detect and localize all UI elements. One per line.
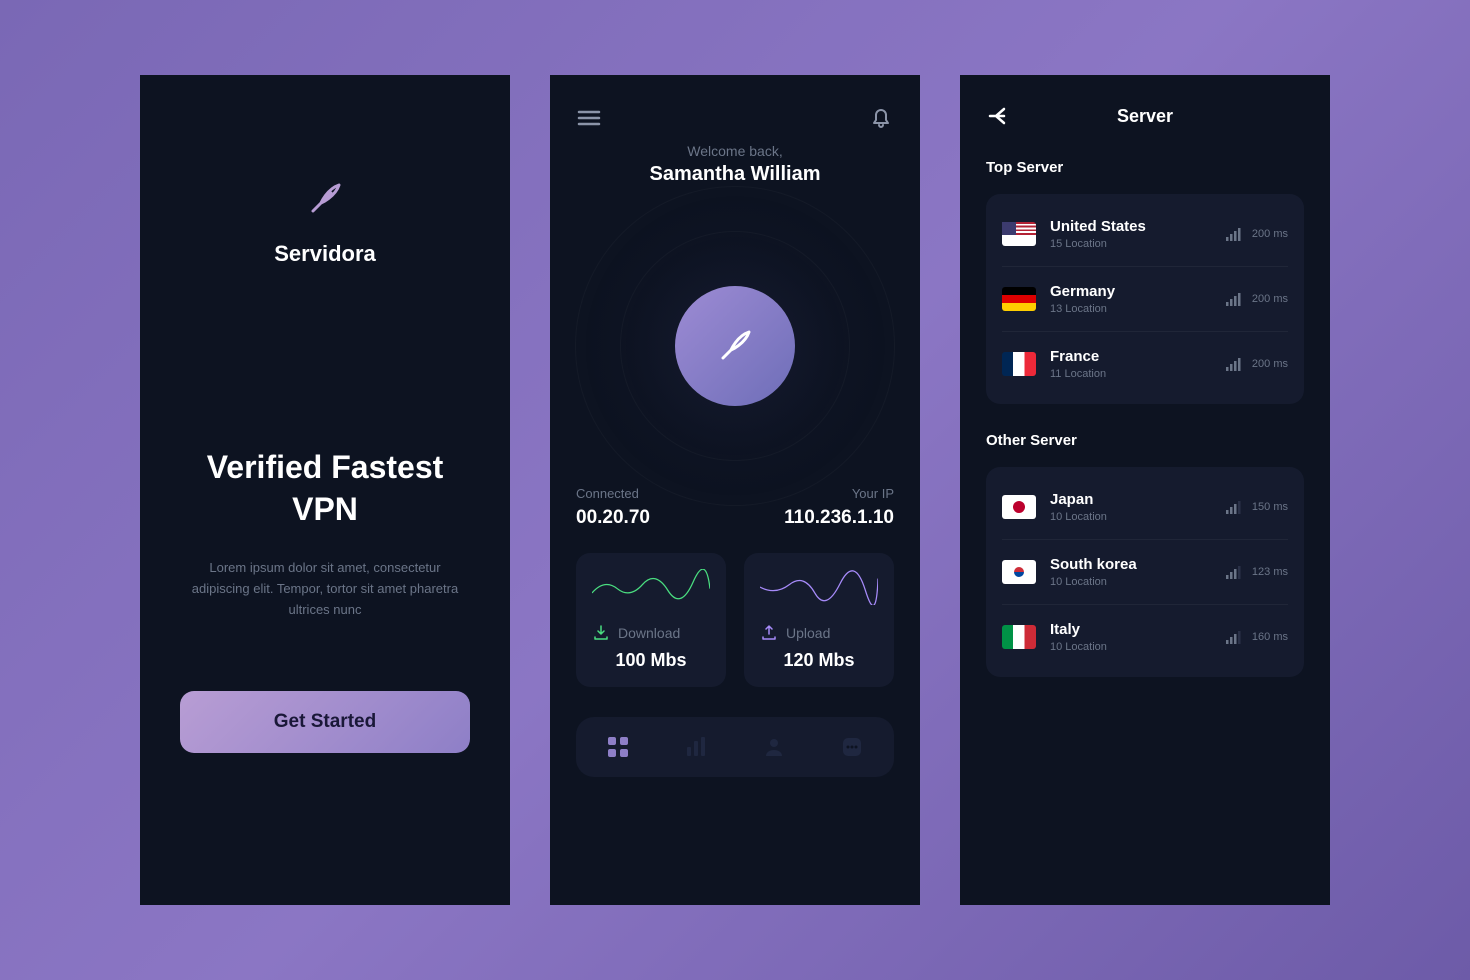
server-ping: 160 ms xyxy=(1252,631,1288,643)
signal-icon xyxy=(1226,292,1244,306)
download-icon xyxy=(592,624,610,642)
app-name: Servidora xyxy=(274,241,376,267)
server-info: South korea 10 Location xyxy=(1050,556,1226,588)
server-locations: 10 Location xyxy=(1050,641,1226,653)
ip-value: 110.236.1.10 xyxy=(784,507,894,529)
flag-kr-icon xyxy=(1002,560,1036,584)
connected-value: 00.20.70 xyxy=(576,507,650,529)
nav-profile[interactable] xyxy=(762,735,786,759)
server-locations: 10 Location xyxy=(1050,576,1226,588)
server-name: Germany xyxy=(1050,283,1226,300)
flag-it-icon xyxy=(1002,625,1036,649)
upload-icon xyxy=(760,624,778,642)
back-icon[interactable] xyxy=(986,103,1012,129)
bell-icon[interactable] xyxy=(868,105,894,131)
download-card: Download 100 Mbs xyxy=(576,553,726,687)
server-locations: 13 Location xyxy=(1050,303,1226,315)
server-header: Server xyxy=(986,103,1304,129)
tagline: Verified Fastest VPN xyxy=(180,447,470,530)
flag-de-icon xyxy=(1002,287,1036,311)
server-row[interactable]: Italy 10 Location 160 ms xyxy=(1002,605,1288,669)
server-row[interactable]: Japan 10 Location 150 ms xyxy=(1002,475,1288,540)
get-started-button[interactable]: Get Started xyxy=(180,691,470,753)
server-locations: 11 Location xyxy=(1050,368,1226,380)
connected-stat: Connected 00.20.70 xyxy=(576,486,650,529)
description: Lorem ipsum dolor sit amet, consectetur … xyxy=(180,558,470,620)
download-sparkline xyxy=(592,569,710,605)
top-server-label: Top Server xyxy=(986,159,1304,176)
server-screen: Server Top Server United States 15 Locat… xyxy=(960,75,1330,905)
other-server-card: Japan 10 Location 150 ms South korea 10 … xyxy=(986,467,1304,677)
nav-home[interactable] xyxy=(606,735,630,759)
top-bar xyxy=(576,105,894,131)
server-ping: 150 ms xyxy=(1252,501,1288,513)
server-info: Japan 10 Location xyxy=(1050,491,1226,523)
flag-fr-icon xyxy=(1002,352,1036,376)
server-name: Japan xyxy=(1050,491,1226,508)
flag-jp-icon xyxy=(1002,495,1036,519)
connect-button[interactable] xyxy=(675,286,795,406)
server-locations: 15 Location xyxy=(1050,238,1226,250)
upload-value: 120 Mbs xyxy=(760,650,878,671)
upload-card: Upload 120 Mbs xyxy=(744,553,894,687)
server-info: Germany 13 Location xyxy=(1050,283,1226,315)
server-row[interactable]: United States 15 Location 200 ms xyxy=(1002,202,1288,267)
username: Samantha William xyxy=(576,163,894,186)
server-ping: 123 ms xyxy=(1252,566,1288,578)
ip-stat: Your IP 110.236.1.10 xyxy=(784,486,894,529)
nav-more[interactable] xyxy=(840,735,864,759)
nav-stats[interactable] xyxy=(684,735,708,759)
signal-icon xyxy=(1226,357,1244,371)
rocket-icon xyxy=(711,322,759,370)
server-name: Italy xyxy=(1050,621,1226,638)
home-screen: Welcome back, Samantha William Connected… xyxy=(550,75,920,905)
server-ping: 200 ms xyxy=(1252,228,1288,240)
server-info: United States 15 Location xyxy=(1050,218,1226,250)
signal-icon xyxy=(1226,565,1244,579)
upload-label: Upload xyxy=(786,625,830,641)
signal-icon xyxy=(1226,227,1244,241)
speed-row: Download 100 Mbs Upload 120 Mbs xyxy=(576,553,894,687)
server-name: United States xyxy=(1050,218,1226,235)
top-server-card: United States 15 Location 200 ms Germany… xyxy=(986,194,1304,404)
server-name: South korea xyxy=(1050,556,1226,573)
other-server-label: Other Server xyxy=(986,432,1304,449)
connected-label: Connected xyxy=(576,486,650,501)
server-info: France 11 Location xyxy=(1050,348,1226,380)
onboarding-screen: Servidora Verified Fastest VPN Lorem ips… xyxy=(140,75,510,905)
server-ping: 200 ms xyxy=(1252,293,1288,305)
signal-icon xyxy=(1226,630,1244,644)
server-row[interactable]: Germany 13 Location 200 ms xyxy=(1002,267,1288,332)
server-title: Server xyxy=(1012,106,1278,127)
flag-us-icon xyxy=(1002,222,1036,246)
menu-icon[interactable] xyxy=(576,105,602,131)
rocket-icon xyxy=(301,175,349,223)
upload-sparkline xyxy=(760,569,878,605)
download-label: Download xyxy=(618,625,680,641)
bottom-nav xyxy=(576,717,894,777)
connect-area xyxy=(576,216,894,476)
server-ping: 200 ms xyxy=(1252,358,1288,370)
signal-icon xyxy=(1226,500,1244,514)
download-value: 100 Mbs xyxy=(592,650,710,671)
server-row[interactable]: South korea 10 Location 123 ms xyxy=(1002,540,1288,605)
server-info: Italy 10 Location xyxy=(1050,621,1226,653)
greeting: Welcome back, xyxy=(576,143,894,159)
server-name: France xyxy=(1050,348,1226,365)
server-row[interactable]: France 11 Location 200 ms xyxy=(1002,332,1288,396)
server-locations: 10 Location xyxy=(1050,511,1226,523)
